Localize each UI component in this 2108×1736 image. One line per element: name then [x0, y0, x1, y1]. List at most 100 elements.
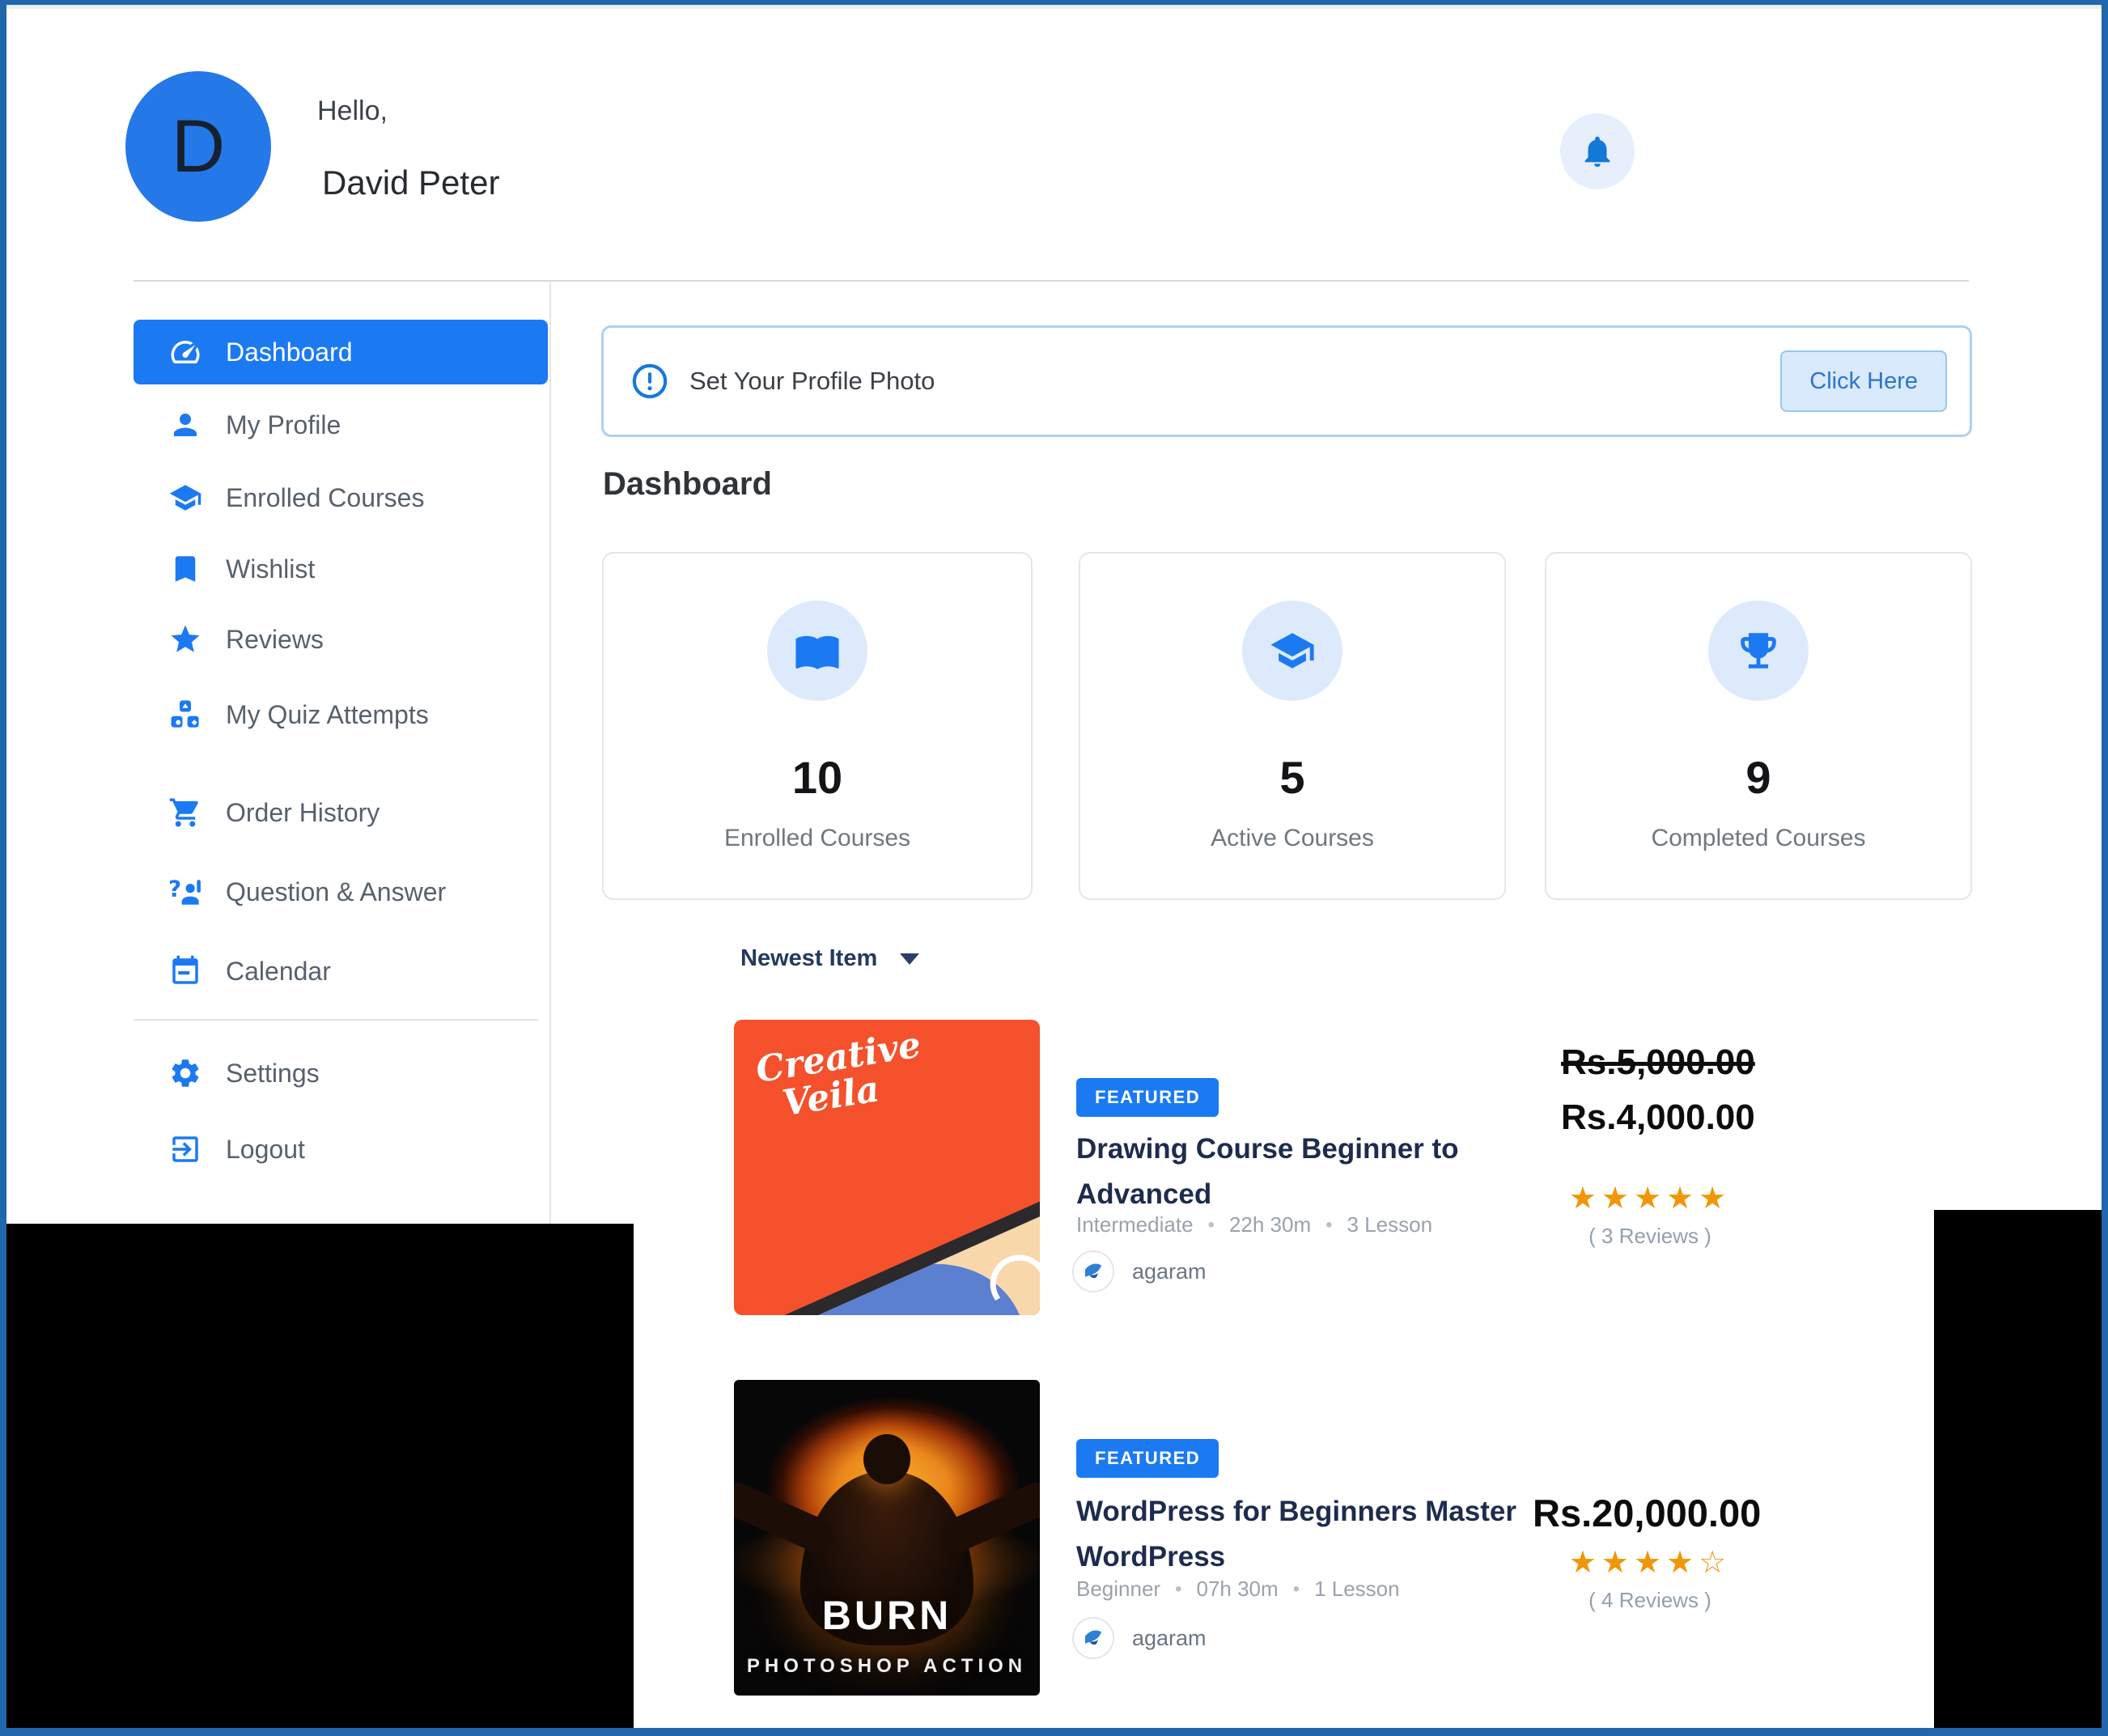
- sidebar-item-order-history[interactable]: Order History: [134, 780, 548, 845]
- click-here-button[interactable]: Click Here: [1780, 350, 1947, 412]
- window-edge-strip: [0, 5, 2108, 9]
- stat-label: Active Courses: [1211, 825, 1374, 852]
- logout-icon: [168, 1131, 203, 1167]
- alert-message: Set Your Profile Photo: [689, 367, 935, 396]
- sidebar-item-label: Question & Answer: [226, 877, 446, 907]
- course-review-count: ( 3 Reviews ): [1561, 1224, 1739, 1249]
- user-name: David Peter: [322, 163, 499, 202]
- meta-dot: •: [1208, 1214, 1215, 1237]
- question-person-icon: ?: [168, 874, 203, 910]
- stat-card-enrolled-courses: 10 Enrolled Courses: [602, 552, 1033, 900]
- sort-selected-value: Newest Item: [740, 945, 877, 972]
- star-icon: [168, 622, 203, 657]
- course-level: Intermediate: [1076, 1212, 1194, 1237]
- svg-text:?: ?: [168, 875, 181, 902]
- course-author[interactable]: agaram: [1072, 1617, 1207, 1659]
- stat-value: 10: [792, 751, 842, 804]
- stat-card-active-courses: 5 Active Courses: [1079, 552, 1506, 900]
- featured-badge: FEATURED: [1076, 1078, 1219, 1117]
- gauge-icon: [168, 334, 203, 370]
- thumb-title-text: BURN: [734, 1592, 1040, 1639]
- sidebar-item-label: Order History: [226, 798, 380, 828]
- window-frame: [0, 0, 6, 1736]
- sidebar-item-question-answer[interactable]: ? Question & Answer: [134, 860, 548, 924]
- course-thumbnail-drawing[interactable]: Creative Veila GraPhi Stam: [734, 1020, 1040, 1315]
- chevron-down-icon: [900, 953, 919, 965]
- sidebar-item-label: My Quiz Attempts: [226, 700, 429, 730]
- course-author[interactable]: agaram: [1072, 1250, 1207, 1292]
- stat-label: Enrolled Courses: [724, 825, 910, 852]
- course-price-original: Rs.5,000.00: [1561, 1042, 1755, 1083]
- alert-circle-icon: [631, 363, 668, 400]
- window-frame: [2102, 0, 2108, 1736]
- sidebar-item-label: Reviews: [226, 625, 324, 655]
- sidebar-item-label: Enrolled Courses: [226, 483, 424, 513]
- sidebar-item-enrolled-courses[interactable]: Enrolled Courses: [134, 465, 548, 530]
- course-rating-stars: ★★★★★: [1561, 1180, 1739, 1216]
- meta-dot: •: [1325, 1214, 1332, 1237]
- sidebar-section-divider: [134, 1019, 538, 1021]
- window-frame: [0, 1728, 2108, 1736]
- sort-dropdown[interactable]: Newest Item: [740, 945, 919, 972]
- trophy-icon: [1708, 601, 1809, 701]
- course-title-link[interactable]: WordPress for Beginners Master WordPress: [1076, 1489, 1570, 1580]
- stat-value: 5: [1279, 751, 1304, 804]
- course-price: Rs.20,000.00: [1533, 1491, 1761, 1535]
- gear-icon: [168, 1055, 203, 1091]
- avatar-initial: D: [172, 104, 225, 189]
- masked-region-left: [6, 1224, 634, 1728]
- course-price: Rs.4,000.00: [1561, 1097, 1755, 1138]
- sidebar-item-label: Dashboard: [226, 337, 353, 367]
- sidebar-item-label: My Profile: [226, 410, 341, 440]
- course-thumbnail-wordpress[interactable]: BURN PHOTOSHOP ACTION: [734, 1380, 1040, 1696]
- sidebar-item-label: Wishlist: [226, 554, 315, 584]
- cart-icon: [168, 795, 203, 830]
- bell-icon: [1579, 133, 1616, 170]
- open-book-icon: [767, 601, 867, 701]
- thumb-tablet-graphic: GraPhi Stam: [766, 1099, 1040, 1315]
- sidebar-item-calendar[interactable]: Calendar: [134, 939, 548, 1004]
- sidebar-item-label: Logout: [226, 1135, 305, 1165]
- page-title: Dashboard: [603, 466, 772, 503]
- stat-value: 9: [1745, 751, 1771, 804]
- sidebar-divider-vertical: [549, 282, 551, 1224]
- course-title-link[interactable]: Drawing Course Beginner to Advanced: [1076, 1127, 1570, 1217]
- header-divider: [134, 280, 1969, 282]
- notifications-button[interactable]: [1560, 113, 1635, 189]
- course-duration: 22h 30m: [1229, 1212, 1311, 1237]
- author-name: agaram: [1132, 1626, 1207, 1651]
- stat-label: Completed Courses: [1651, 825, 1865, 852]
- sidebar-item-wishlist[interactable]: Wishlist: [134, 537, 548, 601]
- bookmark-icon: [168, 551, 203, 587]
- graduation-cap-icon: [1242, 601, 1342, 701]
- calendar-icon: [168, 953, 203, 989]
- author-avatar: [1072, 1250, 1114, 1292]
- course-meta: Beginner • 07h 30m • 1 Lesson: [1076, 1577, 1400, 1602]
- meta-dot: •: [1293, 1578, 1300, 1601]
- sidebar-item-label: Settings: [226, 1059, 320, 1089]
- profile-photo-alert: Set Your Profile Photo Click Here: [601, 325, 1972, 437]
- course-review-count: ( 4 Reviews ): [1561, 1588, 1739, 1613]
- sidebar-item-settings[interactable]: Settings: [134, 1041, 548, 1106]
- featured-badge: FEATURED: [1076, 1439, 1219, 1478]
- course-duration: 07h 30m: [1196, 1577, 1278, 1602]
- author-name: agaram: [1132, 1259, 1207, 1284]
- graduation-cap-icon: [168, 480, 203, 516]
- sidebar-item-my-profile[interactable]: My Profile: [134, 393, 548, 457]
- course-lessons: 1 Lesson: [1314, 1577, 1400, 1602]
- window-frame: [0, 0, 2108, 5]
- author-avatar: [1072, 1617, 1114, 1659]
- masked-region-right: [1934, 1210, 2102, 1728]
- course-meta: Intermediate • 22h 30m • 3 Lesson: [1076, 1212, 1432, 1237]
- sidebar-item-label: Calendar: [226, 957, 331, 987]
- sidebar-item-reviews[interactable]: Reviews: [134, 607, 548, 672]
- stat-card-completed-courses: 9 Completed Courses: [1545, 552, 1972, 900]
- course-lessons: 3 Lesson: [1347, 1212, 1433, 1237]
- sidebar-item-dashboard[interactable]: Dashboard: [134, 320, 548, 384]
- quiz-blocks-icon: [168, 697, 203, 732]
- user-icon: [168, 407, 203, 443]
- app-window: D Hello, David Peter Dashboard My Profil…: [0, 0, 2108, 1736]
- sidebar-item-logout[interactable]: Logout: [134, 1117, 548, 1182]
- sidebar-item-my-quiz-attempts[interactable]: My Quiz Attempts: [134, 682, 548, 747]
- greeting-text: Hello,: [317, 96, 388, 127]
